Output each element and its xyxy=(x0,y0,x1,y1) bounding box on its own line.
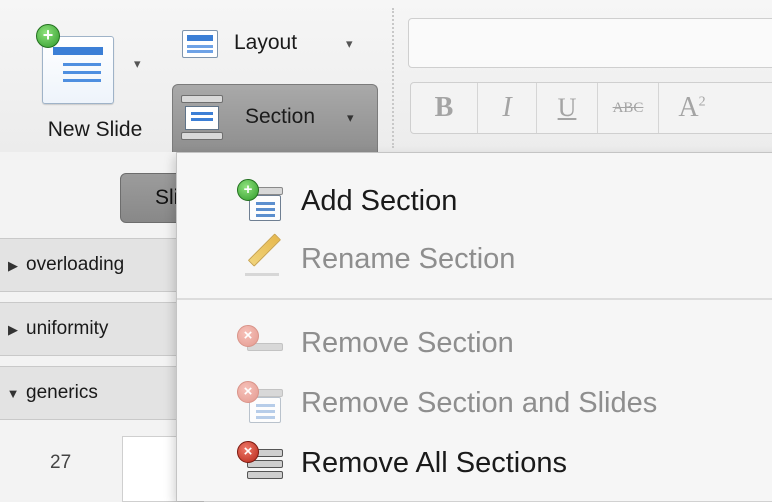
section-row-label: uniformity xyxy=(26,318,109,339)
remove-section-icon: × xyxy=(235,321,287,367)
menu-item-label: Remove Section xyxy=(301,327,514,359)
layout-dropdown-arrow: ▾ xyxy=(346,36,353,51)
slide-number: 27 xyxy=(50,452,72,473)
section-icon xyxy=(181,95,223,140)
menu-item-label: Add Section xyxy=(301,185,458,217)
strikethrough-button[interactable]: ABC xyxy=(598,83,659,133)
section-row-generics[interactable]: ▼ generics xyxy=(0,366,200,420)
plus-badge-icon: + xyxy=(36,24,60,48)
ribbon-separator xyxy=(392,8,394,148)
remove-section-slides-icon: × xyxy=(235,381,287,427)
section-dropdown-arrow: ▾ xyxy=(347,110,354,125)
menu-item-remove-section-and-slides[interactable]: × Remove Section and Slides xyxy=(177,377,772,427)
menu-separator xyxy=(177,298,772,300)
italic-button[interactable]: I xyxy=(478,83,537,133)
remove-all-sections-icon: × xyxy=(235,441,287,487)
menu-item-label: Remove All Sections xyxy=(301,447,567,479)
superscript-icon: A2 xyxy=(678,92,706,123)
bold-button[interactable]: B xyxy=(411,83,478,133)
section-row-overloading[interactable]: ▶ overloading xyxy=(0,238,200,292)
bold-icon: B xyxy=(434,92,454,123)
section-row-label: generics xyxy=(26,382,98,403)
layout-button[interactable]: Layout ▾ xyxy=(174,24,374,64)
menu-item-label: Remove Section and Slides xyxy=(301,387,658,419)
collapsed-triangle-icon[interactable]: ▶ xyxy=(0,304,26,355)
new-slide-label: New Slide xyxy=(47,118,143,141)
collapsed-triangle-icon[interactable]: ▶ xyxy=(0,240,26,291)
menu-item-add-section[interactable]: + Add Section xyxy=(177,175,772,225)
new-slide-dropdown-arrow[interactable]: ▾ xyxy=(134,56,141,72)
section-button[interactable]: Section ▾ xyxy=(172,84,378,153)
section-dropdown-menu: + Add Section Rename Section × Remove Se… xyxy=(176,152,772,501)
menu-item-rename-section[interactable]: Rename Section xyxy=(177,233,772,283)
strikethrough-icon: ABC xyxy=(612,99,644,116)
new-slide-button[interactable]: + ▾ New Slide xyxy=(28,16,162,144)
layout-label: Layout xyxy=(234,31,298,54)
menu-item-label: Rename Section xyxy=(301,243,516,275)
format-button-group: B I U ABC A2 xyxy=(410,82,772,134)
layout-icon xyxy=(182,30,218,58)
font-name-input[interactable] xyxy=(408,18,772,68)
section-label: Section xyxy=(245,105,316,128)
expanded-triangle-icon[interactable]: ▼ xyxy=(0,368,26,419)
add-section-icon: + xyxy=(235,179,287,225)
underline-button[interactable]: U xyxy=(537,83,598,133)
menu-item-remove-section[interactable]: × Remove Section xyxy=(177,317,772,367)
rename-pencil-icon xyxy=(235,233,287,283)
italic-icon: I xyxy=(502,92,512,123)
section-row-label: overloading xyxy=(26,254,125,275)
section-row-uniformity[interactable]: ▶ uniformity xyxy=(0,302,200,356)
underline-icon: U xyxy=(557,93,577,122)
menu-item-remove-all-sections[interactable]: × Remove All Sections xyxy=(177,437,772,487)
superscript-button[interactable]: A2 xyxy=(659,83,725,133)
